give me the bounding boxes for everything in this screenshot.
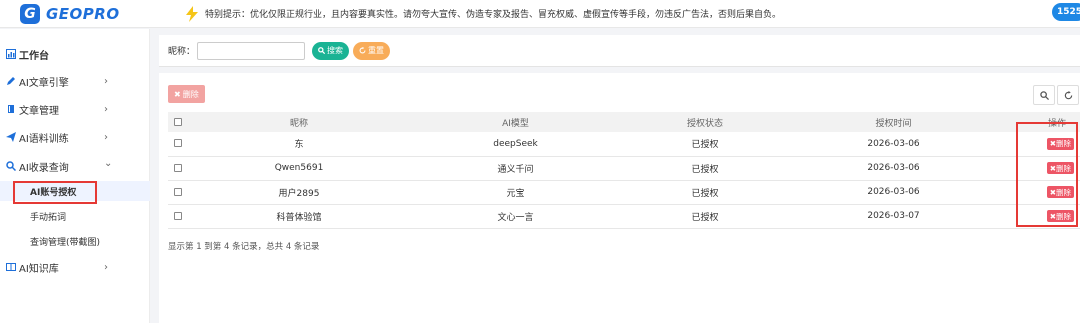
chevron-right-icon: ›: [104, 131, 108, 143]
search-icon: [318, 47, 326, 54]
sidebar-item-ai-corpus-training[interactable]: AI语料训练 ›: [0, 127, 150, 147]
send-icon: [6, 132, 16, 142]
table-row: 科普体验馆 文心一言 已授权 2026-03-07 ✖ 删除: [168, 204, 1080, 228]
cell-auth-time: 2026-03-06: [867, 163, 920, 173]
table-row: Qwen5691 通义千问 已授权 2026-03-06 ✖ 删除: [168, 156, 1080, 180]
sidebar-item-label: AI语料训练: [19, 133, 69, 145]
cell-nickname: 东: [294, 140, 304, 151]
table-search-button[interactable]: [1033, 85, 1055, 105]
lightning-icon: [186, 5, 198, 22]
search-button-label: 搜索: [327, 46, 344, 55]
chevron-right-icon: ›: [104, 261, 108, 273]
cell-auth-status: 已授权: [691, 140, 719, 151]
cell-nickname: 用户2895: [278, 188, 320, 199]
main-panel: ✖ 删除 昵称 AI模型 授权状态 授权时间 操作 东 deepSeek 已授权…: [159, 73, 1080, 323]
highlight-box-actions: [1016, 122, 1078, 227]
highlight-box-sidebar: [13, 181, 97, 204]
column-header-ai-model[interactable]: AI模型: [410, 112, 621, 132]
sidebar-item-article-management[interactable]: 文章管理 ›: [0, 99, 150, 119]
chevron-down-icon: ⌄: [104, 158, 113, 169]
sidebar-item-label: AI知识库: [19, 263, 59, 275]
sidebar-item-label: 工作台: [19, 50, 49, 62]
reset-button[interactable]: 重置: [353, 41, 391, 60]
notice-text: 特别提示：优化仅限正规行业，且内容要真实性。请勿夸大宣传、伪造专家及报告、冒充权…: [205, 10, 782, 20]
cell-auth-status: 已授权: [691, 164, 719, 175]
sidebar-subitem-query-management[interactable]: 查询管理(带截图): [0, 231, 150, 251]
cell-ai-model: 元宝: [506, 188, 525, 199]
sidebar-item-label: 文章管理: [19, 105, 59, 117]
cell-auth-time: 2026-03-07: [867, 211, 920, 221]
user-badge[interactable]: 15255: [1052, 3, 1080, 21]
search-button[interactable]: 搜索: [312, 41, 350, 60]
top-bar: G GEOPRO 特别提示：优化仅限正规行业，且内容要真实性。请勿夸大宣传、伪造…: [0, 0, 1080, 28]
table-header-row: 昵称 AI模型 授权状态 授权时间 操作: [168, 112, 1080, 132]
search-icon: [6, 161, 16, 171]
sidebar-item-workbench[interactable]: 工作台: [0, 44, 150, 64]
sidebar-subitem-label: 手动拓词: [30, 212, 67, 223]
cell-nickname: 科普体验馆: [276, 212, 322, 223]
logo[interactable]: G GEOPRO: [0, 3, 185, 24]
sidebar-item-label: AI收录查询: [19, 162, 69, 174]
row-checkbox[interactable]: [174, 163, 182, 172]
sidebar-subitem-manual-keywords[interactable]: 手动拓词: [0, 206, 150, 226]
cell-ai-model: deepSeek: [493, 138, 538, 149]
column-header-auth-time[interactable]: 授权时间: [789, 112, 998, 132]
cell-auth-status: 已授权: [691, 212, 719, 223]
sidebar-item-ai-article-engine[interactable]: AI文章引擎 ›: [0, 71, 150, 91]
column-header-auth-status[interactable]: 授权状态: [621, 112, 789, 132]
app-name: GEOPRO: [46, 4, 120, 23]
cell-ai-model: 文心一言: [497, 212, 534, 223]
columns-icon: [6, 263, 16, 271]
sidebar-subitem-label: 查询管理(带截图): [30, 237, 101, 248]
cell-nickname: Qwen5691: [274, 163, 324, 173]
row-checkbox[interactable]: [174, 211, 182, 220]
close-icon: ✖: [174, 89, 181, 99]
batch-delete-button[interactable]: ✖ 删除: [168, 85, 205, 103]
chevron-right-icon: ›: [104, 103, 108, 115]
sidebar-item-ai-index-query[interactable]: AI收录查询 ⌄: [0, 156, 150, 176]
table-row: 用户2895 元宝 已授权 2026-03-06 ✖ 删除: [168, 180, 1080, 204]
select-all-checkbox[interactable]: [174, 117, 182, 126]
book-icon: [8, 105, 14, 113]
refresh-icon: [359, 47, 366, 54]
column-header-nickname[interactable]: 昵称: [188, 112, 410, 132]
cell-auth-time: 2026-03-06: [867, 187, 920, 197]
chevron-right-icon: ›: [104, 75, 108, 87]
search-icon: [1039, 90, 1049, 100]
reset-button-label: 重置: [368, 46, 385, 55]
chart-icon: [6, 49, 16, 59]
sidebar: 工作台 AI文章引擎 › 文章管理 › AI语料训练 › AI收录查询 ⌄ AI…: [0, 29, 150, 323]
row-checkbox[interactable]: [174, 139, 182, 148]
notice-bar: 特别提示：优化仅限正规行业，且内容要真实性。请勿夸大宣传、伪造专家及报告、冒充权…: [185, 5, 782, 22]
batch-delete-label: 删除: [182, 89, 199, 99]
table-row: 东 deepSeek 已授权 2026-03-06 ✖ 删除: [168, 132, 1080, 156]
cell-ai-model: 通义千问: [497, 164, 534, 175]
accounts-table: 昵称 AI模型 授权状态 授权时间 操作 东 deepSeek 已授权 2026…: [168, 112, 1080, 229]
header-checkbox-cell: [168, 112, 188, 132]
cell-auth-time: 2026-03-06: [867, 138, 920, 149]
pen-icon: [7, 77, 15, 85]
search-panel: 昵称： 搜索 重置: [159, 35, 1080, 67]
cell-auth-status: 已授权: [691, 188, 719, 199]
nickname-label: 昵称：: [168, 47, 196, 57]
table-refresh-button[interactable]: [1057, 85, 1079, 105]
pagination-info: 显示第 1 到第 4 条记录，总共 4 条记录: [168, 242, 320, 252]
sidebar-item-label: AI文章引擎: [19, 77, 69, 89]
row-checkbox[interactable]: [174, 187, 182, 196]
logo-icon: G: [20, 3, 40, 24]
nickname-search-input[interactable]: [197, 41, 306, 60]
sidebar-item-ai-knowledge-base[interactable]: AI知识库 ›: [0, 257, 150, 277]
refresh-icon: [1064, 90, 1072, 99]
